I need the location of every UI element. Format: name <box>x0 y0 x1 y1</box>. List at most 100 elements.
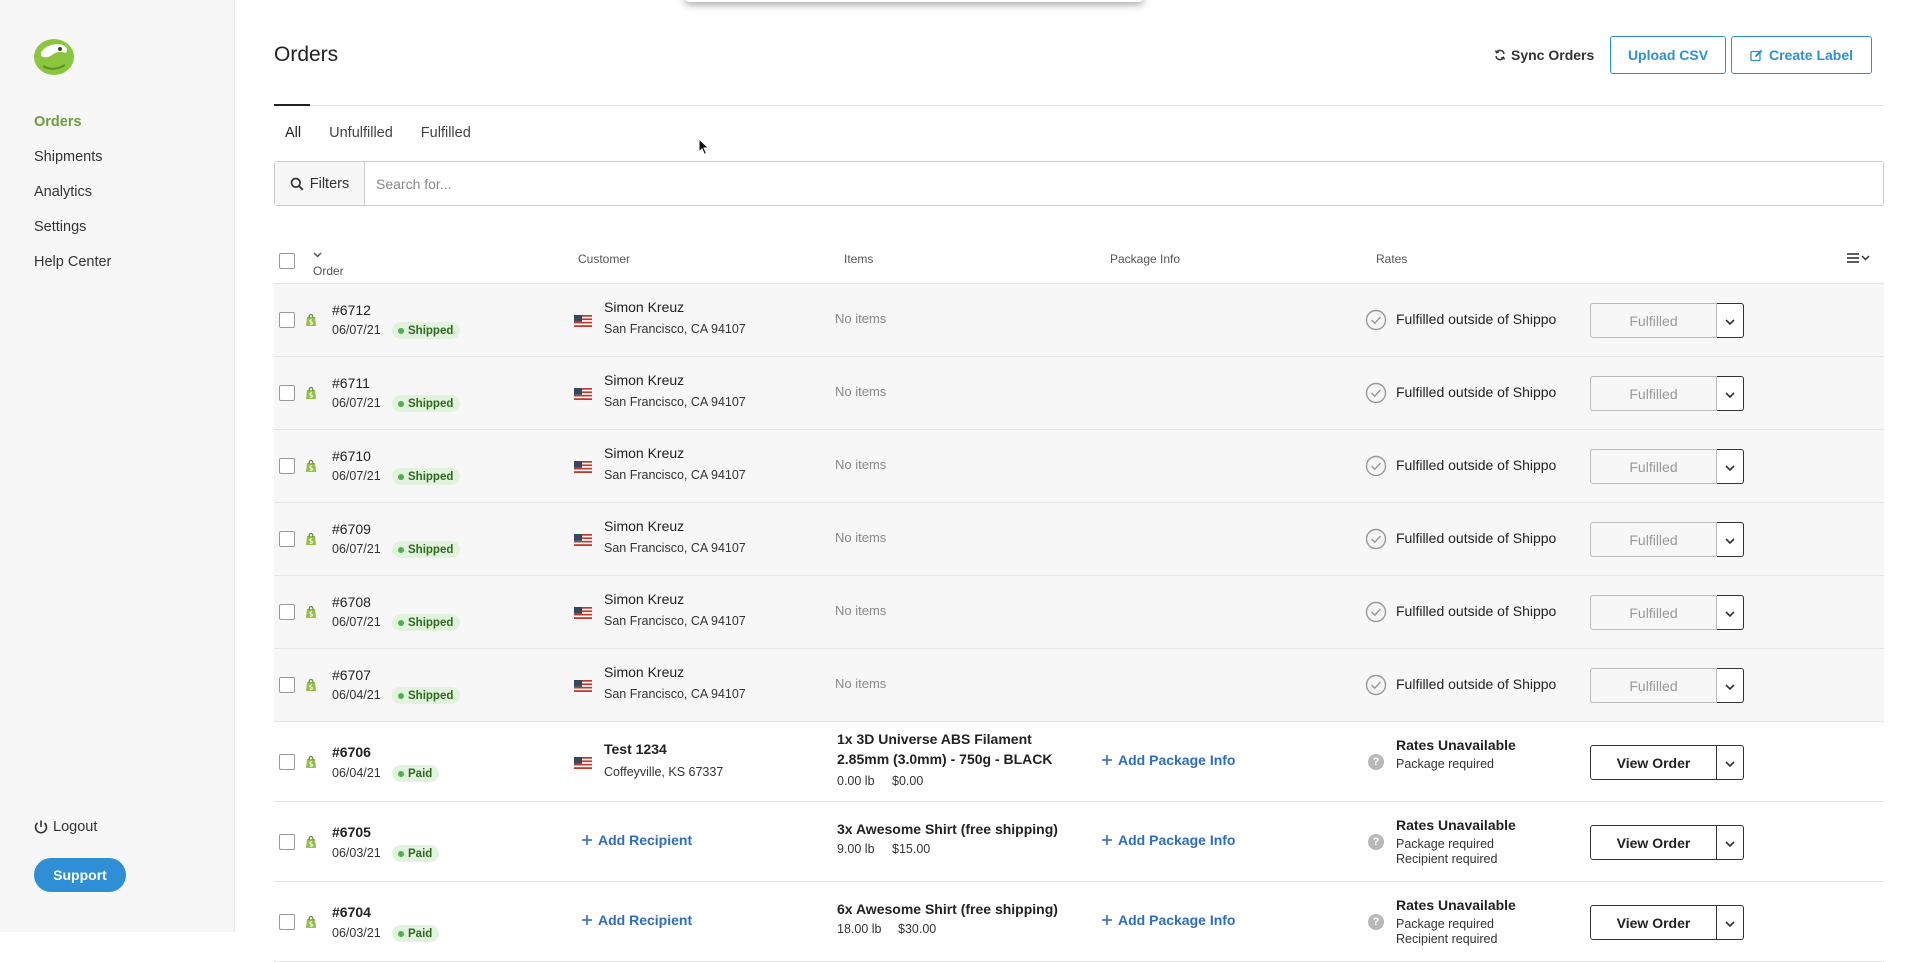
rate-note-package: Package required <box>1396 917 1494 931</box>
items-empty: No items <box>835 311 887 326</box>
status-badge: Shipped <box>392 687 461 704</box>
fulfilled-button[interactable]: Fulfilled <box>1590 668 1717 703</box>
select-all-checkbox[interactable] <box>279 253 295 269</box>
check-circle-icon <box>1365 674 1387 696</box>
add-package-info-link[interactable]: Add Package Info <box>1102 832 1235 848</box>
check-circle-icon <box>1365 455 1387 477</box>
sidebar: Orders Shipments Analytics Settings Help… <box>0 0 235 932</box>
upload-csv-button[interactable]: Upload CSV <box>1610 36 1726 74</box>
row-actions-dropdown[interactable] <box>1717 905 1744 940</box>
rate-note-recipient: Recipient required <box>1396 852 1498 866</box>
row-checkbox[interactable] <box>279 914 295 930</box>
status-label: Paid <box>408 767 433 780</box>
table-row: #6706 06/04/21 Paid Test 1234 Coffeyville, K… <box>274 722 1884 802</box>
row-checkbox[interactable] <box>279 754 295 770</box>
fulfilled-button[interactable]: Fulfilled <box>1590 522 1717 557</box>
column-settings-menu[interactable] <box>1847 253 1870 263</box>
chevron-down-icon <box>1861 255 1870 261</box>
rate-title: Rates Unavailable <box>1396 737 1516 753</box>
item-price: $0.00 <box>892 774 924 788</box>
us-flag-icon <box>574 756 592 769</box>
row-actions-dropdown[interactable] <box>1717 745 1744 780</box>
status-label: Shipped <box>408 689 454 702</box>
logout-link[interactable]: Logout <box>33 819 97 835</box>
order-number: #6704 <box>332 904 371 920</box>
orders-table: Order Customer Items Package Info Rates … <box>274 240 1884 962</box>
item-price: $30.00 <box>898 922 937 936</box>
customer-address: San Francisco, CA 94107 <box>604 468 746 482</box>
tab-fulfilled[interactable]: Fulfilled <box>421 125 471 141</box>
sidebar-item-shipments[interactable]: Shipments <box>34 147 111 182</box>
view-order-button[interactable]: View Order <box>1590 825 1717 860</box>
fulfilled-button[interactable]: Fulfilled <box>1590 303 1717 338</box>
row-checkbox[interactable] <box>279 385 295 401</box>
add-package-info-label: Add Package Info <box>1118 752 1236 768</box>
row-checkbox[interactable] <box>279 531 295 547</box>
row-checkbox[interactable] <box>279 834 295 850</box>
help-icon: ? <box>1368 914 1384 930</box>
search-input[interactable] <box>365 162 1883 205</box>
tab-unfulfilled[interactable]: Unfulfilled <box>329 125 393 141</box>
row-actions-dropdown[interactable] <box>1717 303 1744 338</box>
customer-address: San Francisco, CA 94107 <box>604 541 746 555</box>
row-action-group: Fulfilled <box>1590 668 1744 703</box>
status-dot <box>398 692 404 699</box>
create-label-button[interactable]: Create Label <box>1731 36 1872 74</box>
plus-icon <box>1102 912 1112 928</box>
add-package-info-link[interactable]: Add Package Info <box>1102 752 1235 768</box>
sidebar-item-orders[interactable]: Orders <box>34 112 111 147</box>
rate-title: Rates Unavailable <box>1396 897 1516 913</box>
sync-orders-button[interactable]: Sync Orders <box>1494 47 1594 63</box>
fulfilled-button[interactable]: Fulfilled <box>1590 595 1717 630</box>
sidebar-item-help-center[interactable]: Help Center <box>34 252 111 287</box>
column-order[interactable]: Order <box>313 252 344 278</box>
add-package-info-link[interactable]: Add Package Info <box>1102 912 1235 928</box>
sidebar-item-settings[interactable]: Settings <box>34 217 111 252</box>
table-row: #6707 06/04/21 Shipped Simon Kreuz San Franc… <box>274 649 1884 722</box>
status-badge: Shipped <box>392 614 461 631</box>
row-actions-dropdown[interactable] <box>1717 522 1744 557</box>
row-checkbox[interactable] <box>279 677 295 693</box>
row-action-group: Fulfilled <box>1590 595 1744 630</box>
status-badge: Shipped <box>392 395 461 412</box>
tab-all[interactable]: All <box>285 125 301 141</box>
shopify-icon <box>304 678 318 692</box>
row-action-group: View Order <box>1590 745 1744 780</box>
row-checkbox[interactable] <box>279 604 295 620</box>
fulfilled-button[interactable]: Fulfilled <box>1590 449 1717 484</box>
customer-name: Test 1234 <box>604 741 667 757</box>
add-package-info-label: Add Package Info <box>1118 832 1236 848</box>
add-recipient-link[interactable]: Add Recipient <box>582 832 692 848</box>
row-checkbox[interactable] <box>279 458 295 474</box>
column-rates: Rates <box>1376 252 1408 266</box>
item-price: $15.00 <box>892 842 931 856</box>
customer-name: Simon Kreuz <box>604 664 685 680</box>
list-icon <box>1847 253 1859 263</box>
status-dot <box>398 473 404 480</box>
sidebar-item-analytics[interactable]: Analytics <box>34 182 111 217</box>
row-checkbox[interactable] <box>279 312 295 328</box>
item-title: 1x 3D Universe ABS Filament 2.85mm (3.0m… <box>837 731 1053 767</box>
row-actions-dropdown[interactable] <box>1717 449 1744 484</box>
chevron-down-icon <box>1725 604 1735 622</box>
us-flag-icon <box>574 679 592 692</box>
row-action-group: Fulfilled <box>1590 376 1744 411</box>
row-actions-dropdown[interactable] <box>1717 376 1744 411</box>
edit-icon <box>1750 49 1763 61</box>
view-order-button[interactable]: View Order <box>1590 905 1717 940</box>
row-actions-dropdown[interactable] <box>1717 595 1744 630</box>
plus-icon <box>582 912 592 928</box>
add-package-info-label: Add Package Info <box>1118 912 1236 928</box>
support-button[interactable]: Support <box>34 858 126 892</box>
view-order-button[interactable]: View Order <box>1590 745 1717 780</box>
add-recipient-link[interactable]: Add Recipient <box>582 912 692 928</box>
fulfilled-button[interactable]: Fulfilled <box>1590 376 1717 411</box>
row-actions-dropdown[interactable] <box>1717 825 1744 860</box>
status-label: Shipped <box>408 397 454 410</box>
status-label: Paid <box>408 927 433 940</box>
filters-button[interactable]: Filters <box>275 162 365 205</box>
column-customer: Customer <box>578 252 631 266</box>
shippo-logo-icon[interactable] <box>33 36 75 76</box>
row-actions-dropdown[interactable] <box>1717 668 1744 703</box>
status-dot <box>398 400 404 407</box>
